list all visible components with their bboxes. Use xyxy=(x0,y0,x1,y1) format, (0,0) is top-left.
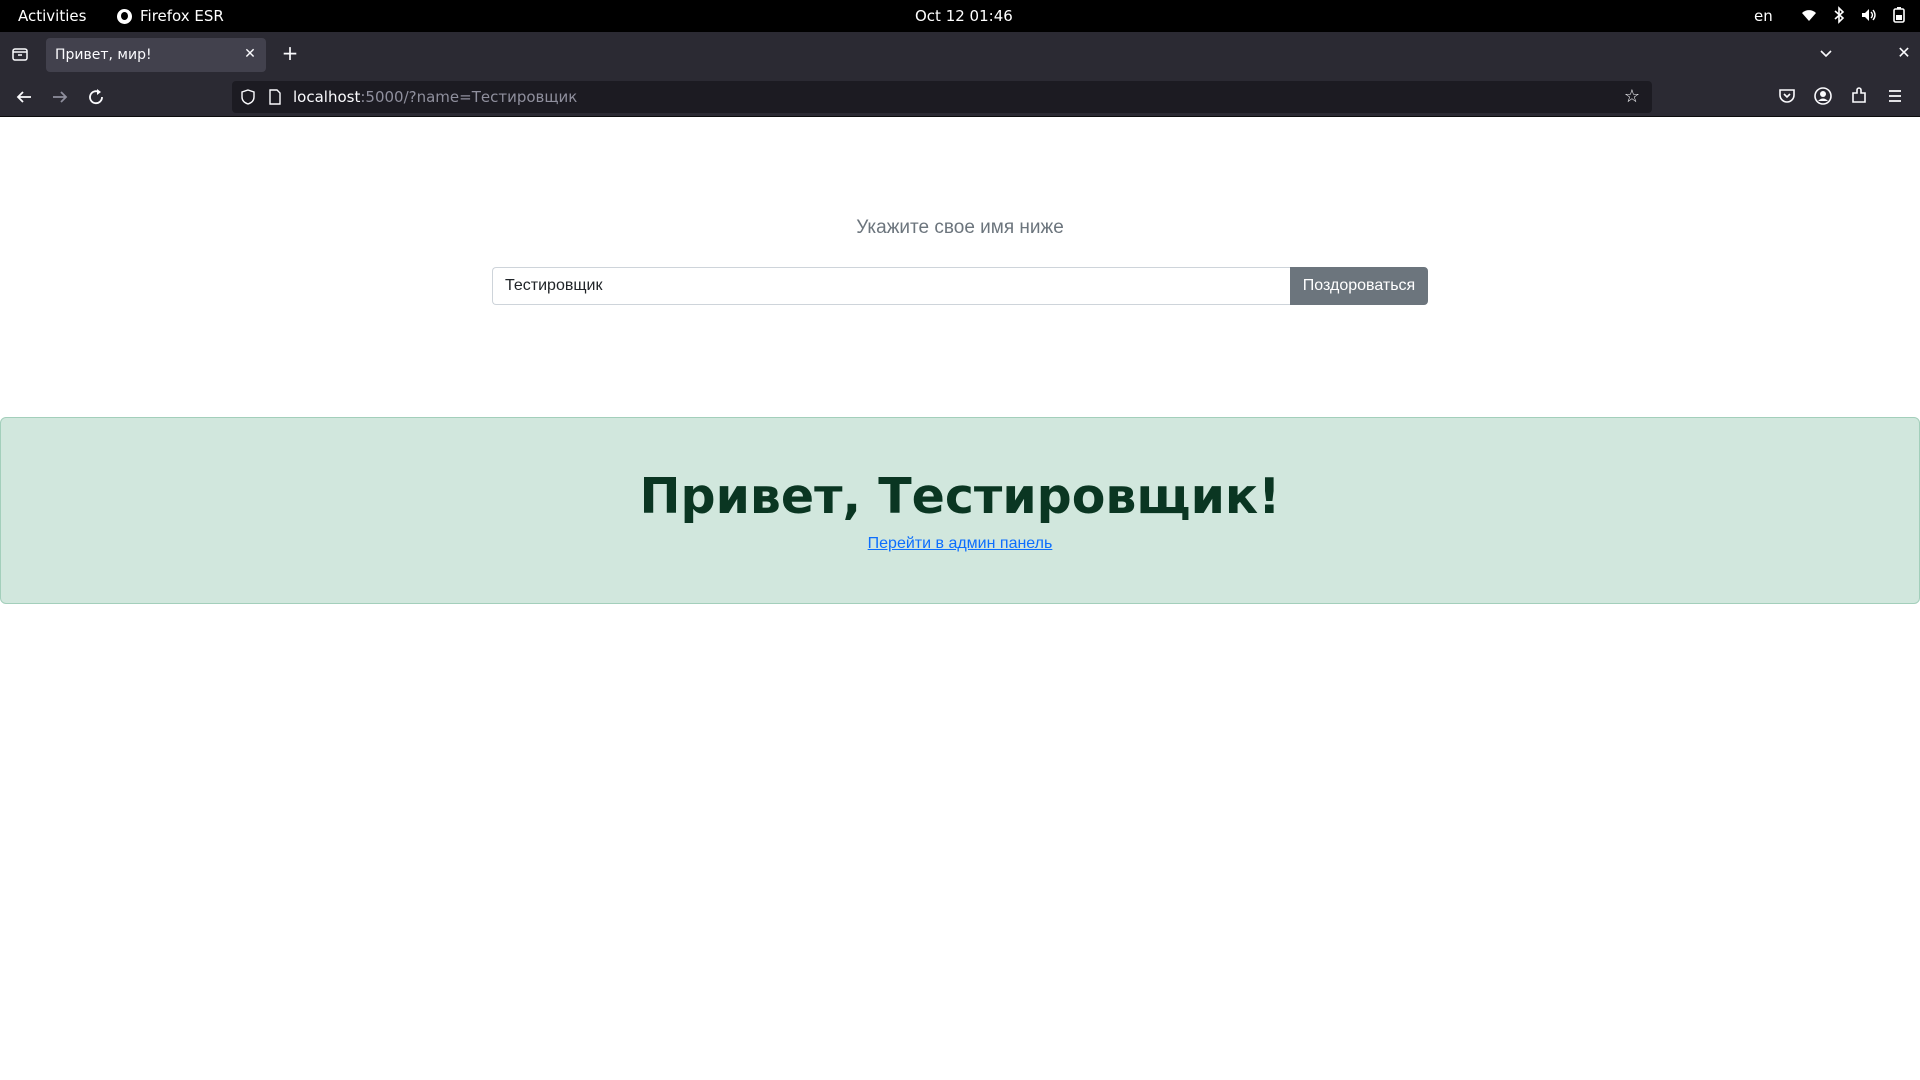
system-tray[interactable] xyxy=(1800,6,1908,24)
app-menu[interactable]: Firefox ESR xyxy=(117,7,224,25)
greet-button[interactable]: Поздороваться xyxy=(1290,267,1428,305)
admin-link-container: Перейти в админ панель xyxy=(1,535,1919,553)
window-close-icon[interactable]: ✕ xyxy=(1894,43,1914,63)
app-name: Firefox ESR xyxy=(140,7,224,25)
page-content: Укажите свое имя ниже Поздороваться Прив… xyxy=(0,118,1920,1080)
page-info-icon[interactable] xyxy=(268,89,282,105)
activities-button[interactable]: Activities xyxy=(18,7,86,25)
url-text[interactable]: localhost:5000/?name=Тестировщик xyxy=(293,88,577,106)
admin-panel-link[interactable]: Перейти в админ панель xyxy=(868,535,1053,552)
back-arrow-icon[interactable] xyxy=(13,86,35,108)
tab-close-icon[interactable]: ✕ xyxy=(242,46,258,62)
greeting-heading: Привет, Тестировщик! xyxy=(639,468,1281,525)
account-icon[interactable] xyxy=(1812,85,1834,107)
url-path: :5000/?name=Тестировщик xyxy=(360,88,578,106)
keyboard-layout-indicator[interactable]: en xyxy=(1754,7,1773,25)
firefox-view-icon[interactable] xyxy=(10,44,30,64)
name-prompt: Укажите свое имя ниже xyxy=(856,217,1064,238)
tracking-protection-shield-icon[interactable] xyxy=(240,89,256,105)
hamburger-menu-icon[interactable] xyxy=(1884,85,1906,107)
list-all-tabs-icon[interactable] xyxy=(1816,43,1836,63)
bookmark-star-icon[interactable]: ☆ xyxy=(1622,87,1642,107)
clock[interactable]: Oct 12 01:46 xyxy=(915,7,1013,25)
wifi-icon xyxy=(1800,6,1818,24)
tab-strip: Привет, мир! ✕ + ✕ xyxy=(0,32,1920,76)
firefox-icon xyxy=(117,8,132,24)
battery-icon xyxy=(1890,6,1908,24)
extensions-icon[interactable] xyxy=(1848,85,1870,107)
reload-icon[interactable] xyxy=(85,86,107,108)
bluetooth-icon xyxy=(1830,6,1848,24)
url-host: localhost xyxy=(293,88,361,106)
address-bar[interactable]: localhost:5000/?name=Тестировщик ☆ xyxy=(232,81,1652,113)
new-tab-icon[interactable]: + xyxy=(280,43,300,63)
toolbar-right-buttons xyxy=(1776,85,1906,107)
greeting-alert: Привет, Тестировщик! Перейти в админ пан… xyxy=(0,417,1920,604)
tab-title: Привет, мир! xyxy=(55,47,152,63)
greet-form: Поздороваться xyxy=(492,267,1428,305)
navigation-toolbar: localhost:5000/?name=Тестировщик ☆ xyxy=(0,76,1920,117)
pocket-icon[interactable] xyxy=(1776,85,1798,107)
volume-icon xyxy=(1860,6,1878,24)
name-input[interactable] xyxy=(492,267,1290,305)
system-top-bar: Activities Firefox ESR Oct 12 01:46 en xyxy=(0,0,1920,32)
tab-active[interactable]: Привет, мир! ✕ xyxy=(46,38,266,72)
forward-arrow-icon[interactable] xyxy=(49,86,71,108)
